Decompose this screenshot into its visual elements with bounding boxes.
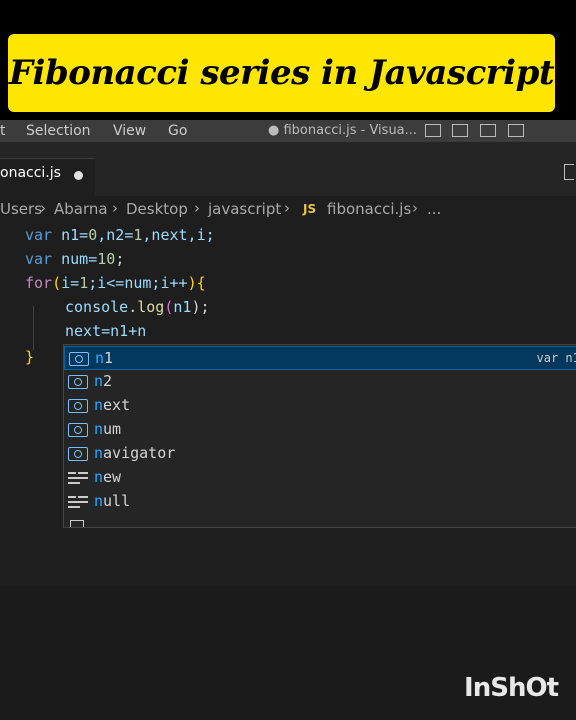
- chevron-right-icon: ›: [40, 199, 46, 217]
- code-line-5: next=n1+n: [65, 322, 147, 340]
- suggestion-item[interactable]: n1 var n1: num: [64, 346, 576, 370]
- suggestion-widget: n1 var n1: num n2 next num navigator new…: [63, 344, 576, 528]
- js-file-icon: JS: [303, 202, 317, 216]
- suggestion-detail: var n1: num: [536, 351, 576, 365]
- menu-item-view[interactable]: View: [113, 123, 146, 139]
- banner-title: Fibonacci series in Javascript: [8, 53, 555, 93]
- suggestion-item[interactable]: next: [64, 394, 576, 418]
- variable-icon: [68, 375, 88, 389]
- split-editor-icon[interactable]: [564, 164, 574, 180]
- unsaved-dot-icon[interactable]: [74, 171, 83, 180]
- layout-panel-icon[interactable]: [452, 124, 468, 137]
- keyword-icon: [68, 472, 88, 484]
- breadcrumb-file[interactable]: fibonacci.js: [327, 200, 411, 218]
- breadcrumb-users[interactable]: Users: [0, 200, 42, 218]
- code-line-3: for(i=1;i<=num;i++){: [25, 274, 206, 292]
- keyword-icon: [68, 496, 88, 508]
- snippet-icon: [70, 520, 84, 527]
- tab-label: onacci.js: [0, 165, 61, 181]
- suggestion-item[interactable]: num: [64, 418, 576, 442]
- editor-tab-bar: onacci.js: [0, 142, 576, 196]
- code-line-6: }: [25, 348, 35, 366]
- variable-icon: [68, 399, 88, 413]
- variable-icon: [68, 423, 88, 437]
- suggestion-item[interactable]: null: [64, 490, 576, 514]
- chevron-right-icon: ›: [194, 199, 200, 217]
- indent-guide: [33, 306, 34, 350]
- layout-customize-icon[interactable]: [508, 124, 524, 137]
- chevron-right-icon: ›: [284, 199, 290, 217]
- variable-icon: [68, 447, 88, 461]
- code-line-1: var n1=0,n2=1,next,i;: [25, 226, 215, 244]
- layout-sidebar-icon[interactable]: [425, 124, 441, 137]
- menu-item-selection[interactable]: Selection: [26, 123, 91, 139]
- inshot-watermark: InShOt: [464, 673, 559, 703]
- breadcrumb-desktop[interactable]: Desktop: [126, 200, 188, 218]
- breadcrumb: Users › Abarna › Desktop › javascript › …: [0, 196, 576, 222]
- chevron-right-icon: ›: [112, 199, 118, 217]
- breadcrumb-javascript[interactable]: javascript: [208, 200, 281, 218]
- code-line-2: var num=10;: [25, 250, 125, 268]
- suggestion-item[interactable]: new: [64, 466, 576, 490]
- suggestion-item[interactable]: n2: [64, 370, 576, 394]
- menu-item-terminal[interactable]: t: [0, 123, 6, 139]
- code-line-4: console.log(n1);: [65, 298, 210, 316]
- breadcrumb-abarna[interactable]: Abarna: [54, 200, 108, 218]
- breadcrumb-symbols[interactable]: ...: [427, 200, 441, 218]
- chevron-right-icon: ›: [412, 199, 418, 217]
- suggestion-item-partial[interactable]: [64, 514, 576, 527]
- window-title: ● fibonacci.js - Visua...: [268, 123, 418, 138]
- variable-icon: [69, 352, 89, 366]
- layout-secondary-icon[interactable]: [480, 124, 496, 137]
- suggestion-item[interactable]: navigator: [64, 442, 576, 466]
- tab-fibonacci[interactable]: onacci.js: [0, 158, 95, 196]
- menu-bar: t Selection View Go ● fibonacci.js - Vis…: [0, 120, 576, 142]
- title-banner: Fibonacci series in Javascript: [8, 34, 555, 112]
- menu-item-go[interactable]: Go: [168, 123, 187, 139]
